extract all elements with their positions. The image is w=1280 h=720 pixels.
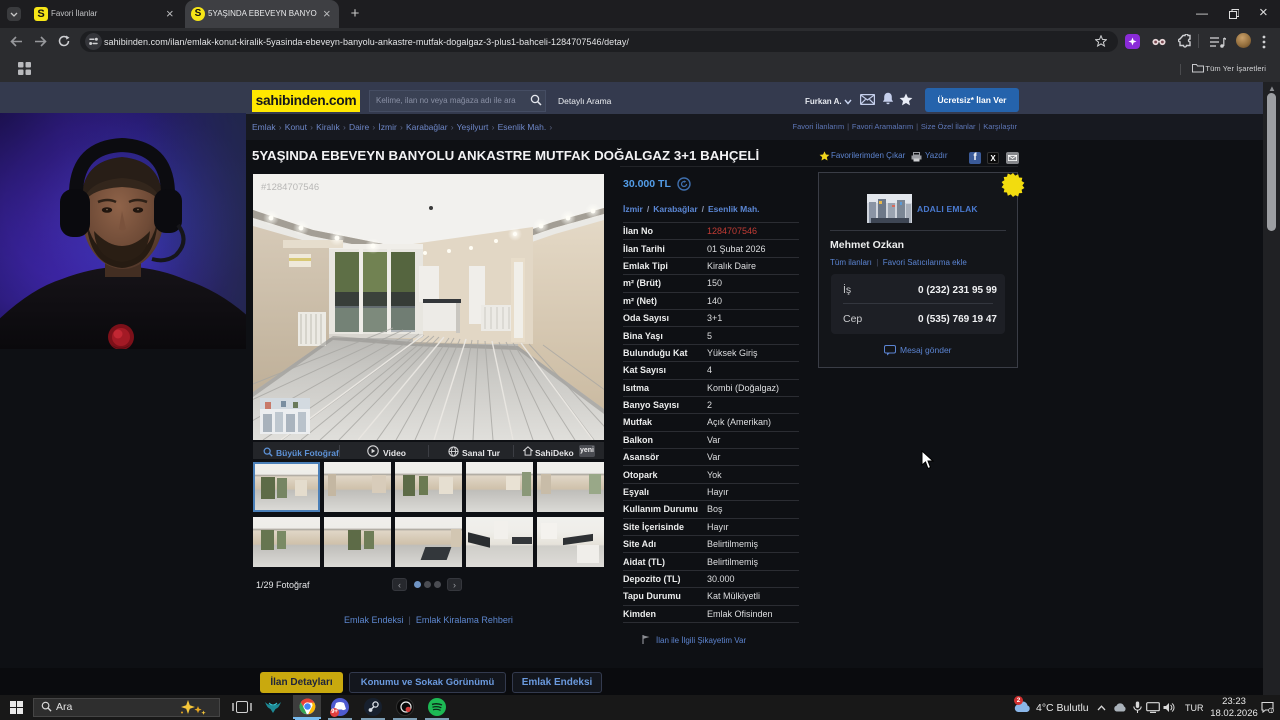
svg-text:#1284707546: #1284707546 (261, 182, 319, 193)
